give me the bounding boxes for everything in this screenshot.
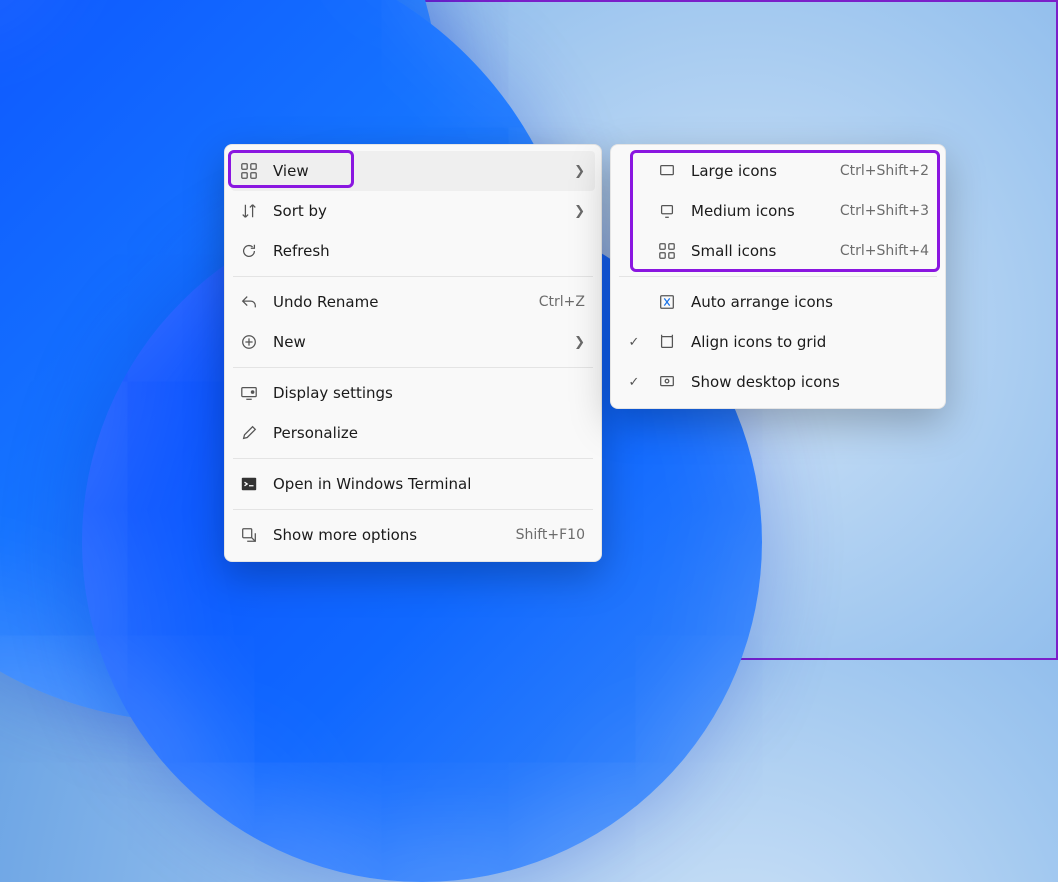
menu-label: New: [273, 333, 557, 351]
menu-separator: [233, 276, 593, 277]
menu-item-view[interactable]: View ❯: [231, 151, 595, 191]
menu-label: Sort by: [273, 202, 557, 220]
align-grid-icon: [657, 332, 677, 352]
submenu-item-small-icons[interactable]: Small icons Ctrl+Shift+4: [617, 231, 939, 271]
menu-separator: [619, 276, 937, 277]
menu-accelerator: Ctrl+Z: [539, 294, 585, 310]
menu-separator: [233, 509, 593, 510]
auto-arrange-icon: [657, 292, 677, 312]
refresh-icon: [239, 241, 259, 261]
menu-item-new[interactable]: New ❯: [231, 322, 595, 362]
menu-label: Refresh: [273, 242, 585, 260]
menu-item-display-settings[interactable]: Display settings: [231, 373, 595, 413]
chevron-right-icon: ❯: [571, 164, 585, 179]
check-icon: ✓: [625, 375, 643, 390]
medium-icons-icon: [657, 201, 677, 221]
sort-icon: [239, 201, 259, 221]
menu-label: Auto arrange icons: [691, 293, 929, 311]
menu-accelerator: Shift+F10: [516, 527, 585, 543]
display-settings-icon: [239, 383, 259, 403]
view-submenu: Large icons Ctrl+Shift+2 Medium icons Ct…: [610, 144, 946, 409]
desktop-icons-icon: [657, 372, 677, 392]
menu-separator: [233, 458, 593, 459]
menu-label: Large icons: [691, 162, 826, 180]
menu-separator: [233, 367, 593, 368]
submenu-item-show-desktop-icons[interactable]: ✓ Show desktop icons: [617, 362, 939, 402]
menu-item-undo[interactable]: Undo Rename Ctrl+Z: [231, 282, 595, 322]
grid-icon: [239, 161, 259, 181]
submenu-item-align-grid[interactable]: ✓ Align icons to grid: [617, 322, 939, 362]
terminal-icon: [239, 474, 259, 494]
undo-icon: [239, 292, 259, 312]
menu-item-refresh[interactable]: Refresh: [231, 231, 595, 271]
menu-accelerator: Ctrl+Shift+2: [840, 163, 929, 179]
menu-label: Personalize: [273, 424, 585, 442]
menu-accelerator: Ctrl+Shift+4: [840, 243, 929, 259]
chevron-right-icon: ❯: [571, 204, 585, 219]
submenu-item-auto-arrange[interactable]: Auto arrange icons: [617, 282, 939, 322]
plus-circle-icon: [239, 332, 259, 352]
submenu-item-medium-icons[interactable]: Medium icons Ctrl+Shift+3: [617, 191, 939, 231]
large-icons-icon: [657, 161, 677, 181]
desktop-context-menu: View ❯ Sort by ❯ Refresh Undo Rename Ctr…: [224, 144, 602, 562]
menu-label: Undo Rename: [273, 293, 525, 311]
menu-label: Show more options: [273, 526, 502, 544]
menu-item-sort-by[interactable]: Sort by ❯: [231, 191, 595, 231]
small-icons-icon: [657, 241, 677, 261]
chevron-right-icon: ❯: [571, 335, 585, 350]
brush-icon: [239, 423, 259, 443]
menu-item-personalize[interactable]: Personalize: [231, 413, 595, 453]
menu-item-terminal[interactable]: Open in Windows Terminal: [231, 464, 595, 504]
menu-label: Display settings: [273, 384, 585, 402]
submenu-item-large-icons[interactable]: Large icons Ctrl+Shift+2: [617, 151, 939, 191]
menu-label: Medium icons: [691, 202, 826, 220]
menu-label: View: [273, 162, 557, 180]
menu-item-show-more[interactable]: Show more options Shift+F10: [231, 515, 595, 555]
menu-accelerator: Ctrl+Shift+3: [840, 203, 929, 219]
menu-label: Open in Windows Terminal: [273, 475, 585, 493]
show-more-icon: [239, 525, 259, 545]
menu-label: Align icons to grid: [691, 333, 929, 351]
menu-label: Show desktop icons: [691, 373, 929, 391]
menu-label: Small icons: [691, 242, 826, 260]
check-icon: ✓: [625, 335, 643, 350]
